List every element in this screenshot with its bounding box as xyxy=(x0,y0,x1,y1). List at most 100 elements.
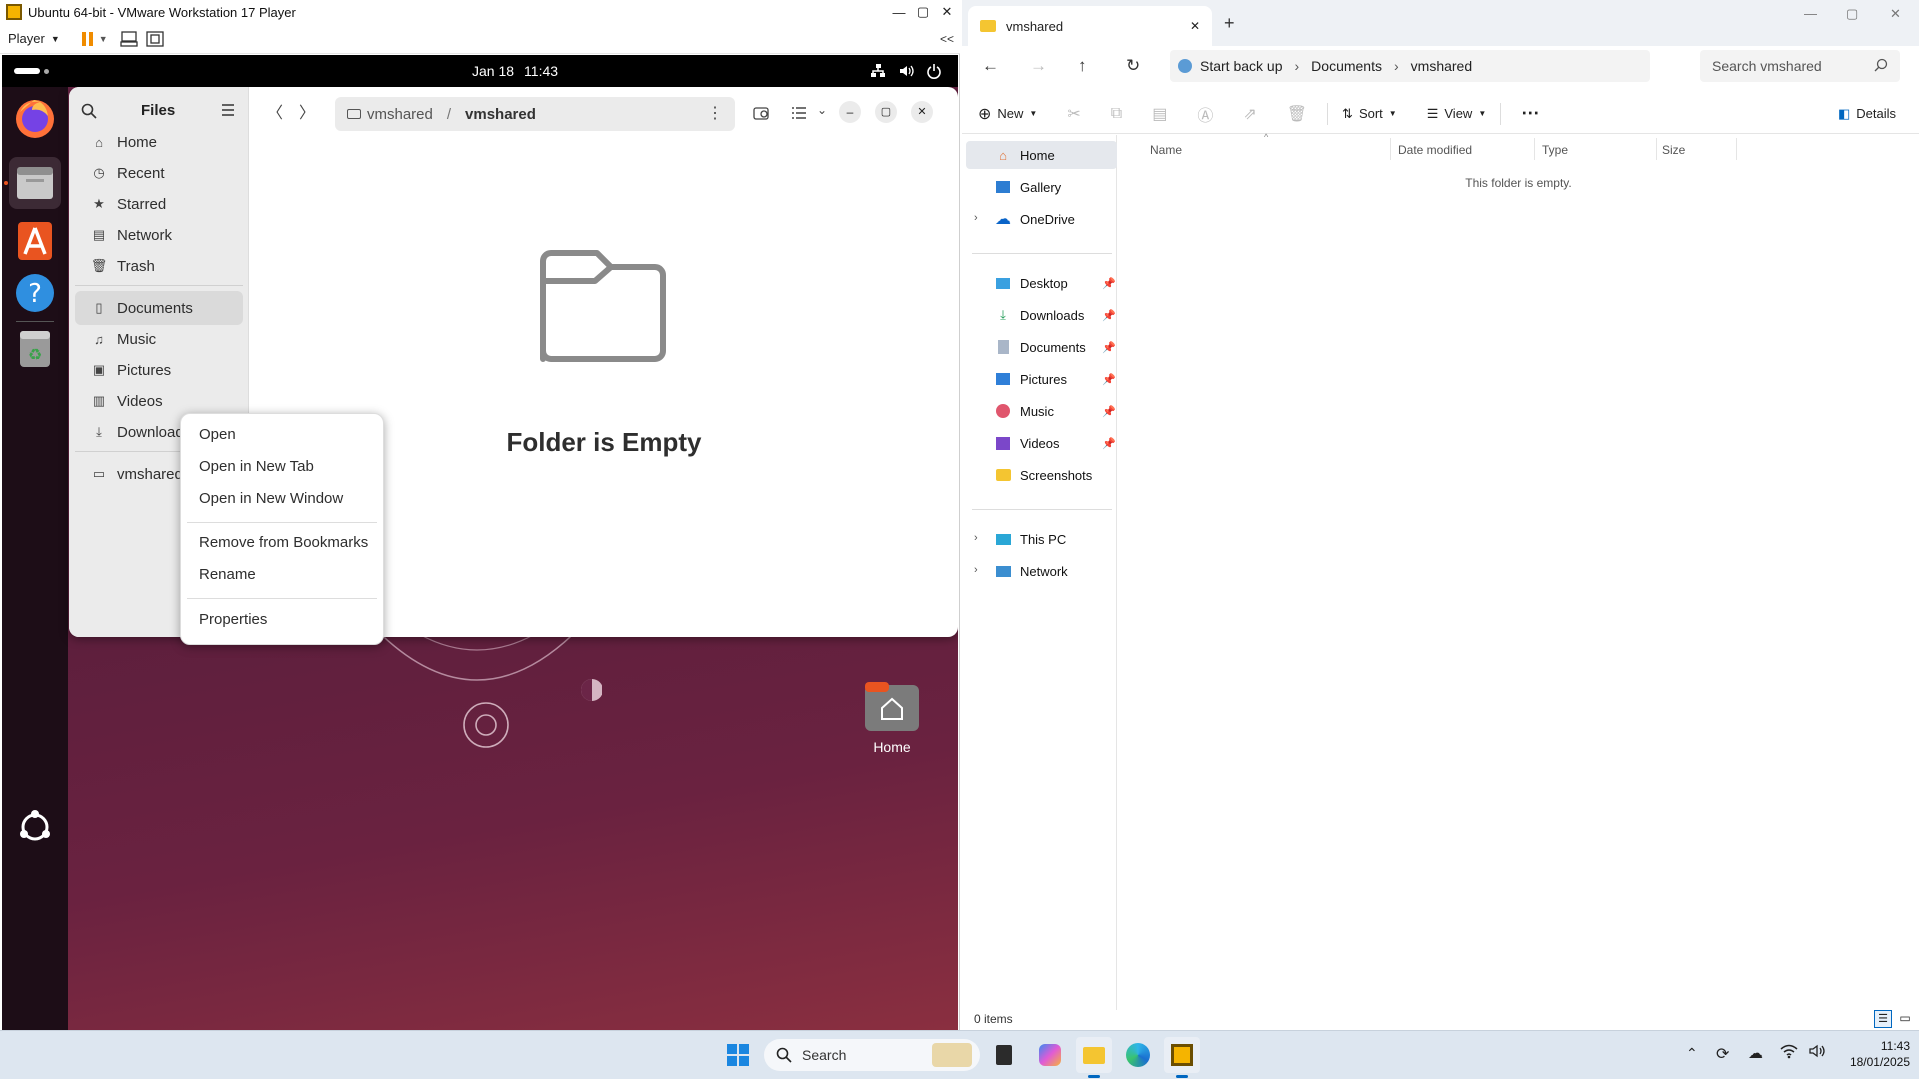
search-view-icon[interactable] xyxy=(753,105,771,121)
nav-item-network[interactable]: Network xyxy=(994,557,1068,585)
menu-item-open-new-tab[interactable]: Open in New Tab xyxy=(199,458,314,475)
onedrive-offline-icon[interactable]: ☁ xyxy=(1748,1044,1763,1062)
breadcrumb-vmshared[interactable]: vmshared xyxy=(1411,58,1472,74)
paste-icon[interactable]: ▤ xyxy=(1152,104,1167,124)
minimize-button[interactable]: — xyxy=(1804,6,1817,21)
nav-item-onedrive[interactable]: ☁ OneDrive xyxy=(994,205,1075,233)
player-menu[interactable]: Player ▼ xyxy=(8,31,60,46)
menu-item-rename[interactable]: Rename xyxy=(199,566,256,583)
nav-item-this-pc[interactable]: This PC xyxy=(994,525,1066,553)
back-button[interactable]: 〈 xyxy=(267,99,283,123)
maximize-button[interactable]: ▢ xyxy=(1846,6,1858,22)
maximize-button[interactable]: ▢ xyxy=(912,0,934,24)
show-apps-icon[interactable] xyxy=(15,807,55,847)
close-button[interactable]: ✕ xyxy=(1890,6,1901,22)
sync-icon[interactable]: ⟳ xyxy=(1716,1044,1729,1064)
close-button[interactable]: ✕ xyxy=(936,0,958,24)
hamburger-menu-icon[interactable] xyxy=(221,104,235,116)
share-icon[interactable]: ⇗ xyxy=(1243,104,1256,124)
fullscreen-icon[interactable] xyxy=(146,30,164,47)
taskbar-search[interactable]: Search xyxy=(764,1039,980,1071)
path-parent[interactable]: vmshared xyxy=(367,106,433,123)
nav-item-pictures[interactable]: Pictures xyxy=(994,365,1067,393)
more-options-icon[interactable]: ⋯ xyxy=(1521,103,1539,124)
pin-icon[interactable]: 📌 xyxy=(1102,309,1116,322)
pin-icon[interactable]: 📌 xyxy=(1102,277,1116,290)
up-arrow-icon[interactable]: ↑ xyxy=(1078,56,1087,76)
volume-icon[interactable] xyxy=(1808,1043,1826,1059)
vmware-taskbar-icon[interactable] xyxy=(1164,1037,1200,1073)
nav-item-music[interactable]: Music xyxy=(994,397,1054,425)
maximize-button[interactable]: ▢ xyxy=(875,101,897,123)
nav-item-desktop[interactable]: Desktop xyxy=(994,269,1068,297)
copy-icon[interactable]: ⧉ xyxy=(1111,105,1122,123)
minimize-button[interactable]: — xyxy=(888,0,910,24)
file-explorer-taskbar-icon[interactable] xyxy=(1076,1037,1112,1073)
clock[interactable]: Jan 18 11:43 xyxy=(472,63,558,79)
close-button[interactable]: ✕ xyxy=(911,101,933,123)
nav-item-home-label[interactable]: ⌂ Home xyxy=(994,141,1055,169)
sidebar-item-documents[interactable]: ▯ Documents xyxy=(75,291,243,325)
rename-icon[interactable]: Ⓐ xyxy=(1197,102,1213,126)
path-bar[interactable]: vmshared / vmshared ⋮ xyxy=(335,97,735,131)
sidebar-item-starred[interactable]: ★ Starred xyxy=(75,187,243,221)
column-header-name[interactable]: Name xyxy=(1150,143,1182,157)
menu-item-open[interactable]: Open xyxy=(199,426,236,443)
breadcrumb-documents[interactable]: Documents xyxy=(1311,58,1382,74)
nav-item-documents[interactable]: Documents xyxy=(994,333,1086,361)
pin-icon[interactable]: 📌 xyxy=(1102,437,1116,450)
power-icon[interactable] xyxy=(926,63,942,79)
help-icon[interactable]: ? xyxy=(13,271,57,315)
new-tab-button[interactable]: + xyxy=(1224,13,1235,34)
explorer-tab[interactable]: vmshared ✕ xyxy=(968,6,1212,46)
start-backup-link[interactable]: Start back up xyxy=(1200,58,1283,74)
nav-item-screenshots[interactable]: Screenshots xyxy=(994,461,1092,489)
details-view-icon[interactable]: ☰ xyxy=(1874,1010,1892,1028)
details-pane-button[interactable]: ◧ Details xyxy=(1838,106,1896,122)
network-icon[interactable] xyxy=(870,63,886,79)
expand-chevron-icon[interactable]: › xyxy=(974,532,978,544)
taskbar-clock[interactable]: 11:43 18/01/2025 xyxy=(1836,1038,1910,1070)
menu-item-remove-bookmark[interactable]: Remove from Bookmarks xyxy=(199,534,368,551)
wifi-icon[interactable] xyxy=(1780,1043,1798,1059)
expand-chevron-icon[interactable]: › xyxy=(974,564,978,576)
cut-icon[interactable]: ✂ xyxy=(1067,104,1080,124)
nav-item-videos[interactable]: Videos xyxy=(994,429,1060,457)
task-view-icon[interactable] xyxy=(986,1037,1022,1073)
files-icon[interactable] xyxy=(9,157,61,209)
expand-chevron-icon[interactable]: › xyxy=(974,212,978,224)
sidebar-item-network[interactable]: ▤ Network xyxy=(75,218,243,252)
menu-item-open-new-window[interactable]: Open in New Window xyxy=(199,490,343,507)
forward-button[interactable]: 〉 xyxy=(299,99,315,123)
list-view-icon[interactable] xyxy=(791,106,807,120)
copilot-icon[interactable] xyxy=(1032,1037,1068,1073)
nav-item-gallery[interactable]: Gallery xyxy=(994,173,1061,201)
desktop-home-folder[interactable]: Home xyxy=(852,681,932,755)
tiles-view-icon[interactable]: ▭ xyxy=(1896,1010,1914,1028)
sidebar-item-recent[interactable]: ◷ Recent xyxy=(75,156,243,190)
show-hidden-icons-chevron-icon[interactable]: ⌃ xyxy=(1686,1045,1698,1062)
view-options-chevron-icon[interactable]: ⌄ xyxy=(817,103,827,117)
path-menu-icon[interactable]: ⋮ xyxy=(707,103,723,123)
refresh-icon[interactable]: ↻ xyxy=(1126,56,1140,76)
volume-icon[interactable] xyxy=(898,63,914,79)
activities-indicator[interactable] xyxy=(14,68,40,74)
path-current[interactable]: vmshared xyxy=(465,106,536,123)
search-box[interactable]: Search vmshared xyxy=(1700,50,1900,82)
send-ctrl-alt-del-icon[interactable] xyxy=(120,30,138,47)
pin-icon[interactable]: 📌 xyxy=(1102,341,1116,354)
sidebar-item-home[interactable]: ⌂ Home xyxy=(75,125,243,159)
firefox-icon[interactable] xyxy=(13,97,57,141)
app-center-icon[interactable] xyxy=(13,219,57,263)
start-button[interactable] xyxy=(720,1037,756,1073)
pin-icon[interactable]: 📌 xyxy=(1102,405,1116,418)
trash-icon[interactable]: ♻ xyxy=(13,327,57,371)
nav-item-downloads[interactable]: ⤓ Downloads xyxy=(994,301,1084,329)
delete-icon[interactable]: 🗑 xyxy=(1287,104,1307,124)
back-arrow-icon[interactable]: ← xyxy=(982,56,999,76)
pause-dropdown-icon[interactable]: ▼ xyxy=(99,34,108,44)
column-header-type[interactable]: Type xyxy=(1542,143,1568,157)
address-bar[interactable]: Start back up › Documents › vmshared xyxy=(1170,50,1650,82)
sidebar-item-music[interactable]: ♫ Music xyxy=(75,322,243,356)
pin-icon[interactable]: 📌 xyxy=(1102,373,1116,386)
